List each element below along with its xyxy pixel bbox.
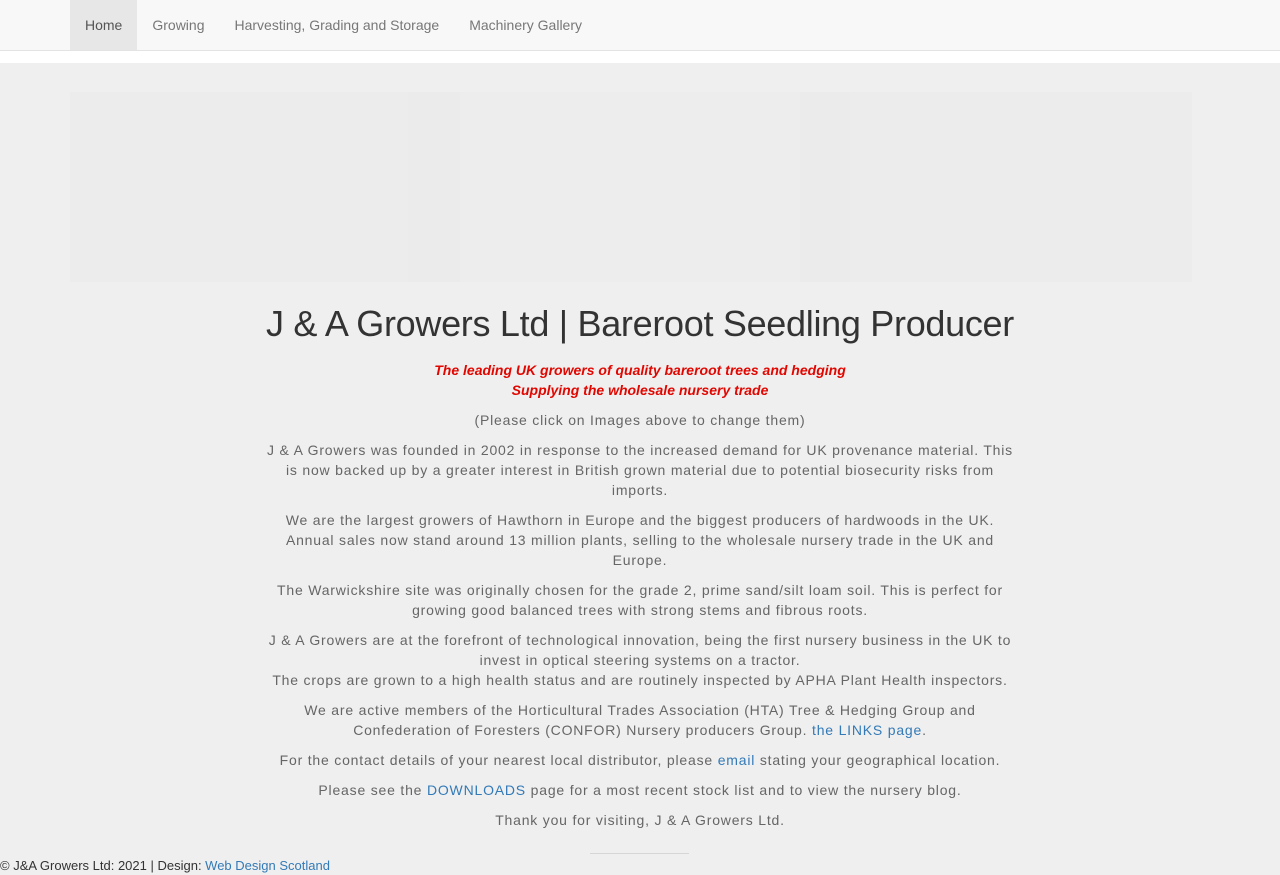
carousel-image-2[interactable] [460,92,800,282]
contact-text-after: stating your geographical location. [759,752,1001,768]
tagline: The leading UK growers of quality barero… [0,360,1280,400]
links-page-link[interactable]: the LINKS page [812,722,922,738]
nav-item-home[interactable]: Home [70,0,138,50]
email-link[interactable]: email [718,752,755,768]
main-content: J & A Growers Ltd | Bareroot Seedling Pr… [0,296,1280,830]
thank-you-paragraph: Thank you for visiting, J & A Growers Lt… [495,812,785,828]
site-paragraph: The Warwickshire site was originally cho… [277,582,1003,618]
footer: © J&A Growers Ltd: 2021 | Design: Web De… [0,856,330,875]
contact-paragraph: For the contact details of your nearest … [260,750,1020,770]
top-navbar: Home Growing Harvesting, Grading and Sto… [0,0,1280,51]
web-design-link[interactable]: Web Design Scotland [205,858,330,873]
nav-item-machinery-gallery[interactable]: Machinery Gallery [454,0,597,50]
copyright-text: © J&A Growers Ltd: 2021 | Design: [0,858,206,873]
membership-paragraph: We are active members of the Horticultur… [260,700,1020,740]
downloads-paragraph: Please see the DOWNLOADS page for a most… [260,780,1020,800]
health-text: The crops are grown to a high health sta… [272,672,1008,688]
nav-item-harvesting[interactable]: Harvesting, Grading and Storage [220,0,455,50]
carousel-image-3[interactable] [850,92,1192,282]
tagline-line-1: The leading UK growers of quality barero… [434,362,846,378]
footer-divider [590,853,689,854]
innovation-paragraph: J & A Growers are at the forefront of te… [260,630,1020,690]
carousel-image-1[interactable] [70,92,408,282]
downloads-link[interactable]: DOWNLOADS [427,782,526,798]
header-separator [0,51,1280,63]
innovation-text: J & A Growers are at the forefront of te… [268,632,1012,668]
scale-paragraph: We are the largest growers of Hawthorn i… [285,512,995,568]
image-hint: (Please click on Images above to change … [474,412,806,428]
intro-paragraph: J & A Growers was founded in 2002 in res… [267,442,1013,498]
downloads-text-after: page for a most recent stock list and to… [530,782,962,798]
main-nav: Home Growing Harvesting, Grading and Sto… [70,0,597,50]
tagline-line-2: Supplying the wholesale nursery trade [511,382,769,398]
membership-end: . [922,722,927,738]
image-carousel[interactable] [70,92,1192,282]
page-title: J & A Growers Ltd | Bareroot Seedling Pr… [266,303,1014,344]
downloads-text-before: Please see the [318,782,423,798]
contact-text-before: For the contact details of your nearest … [279,752,713,768]
nav-item-growing[interactable]: Growing [137,0,219,50]
